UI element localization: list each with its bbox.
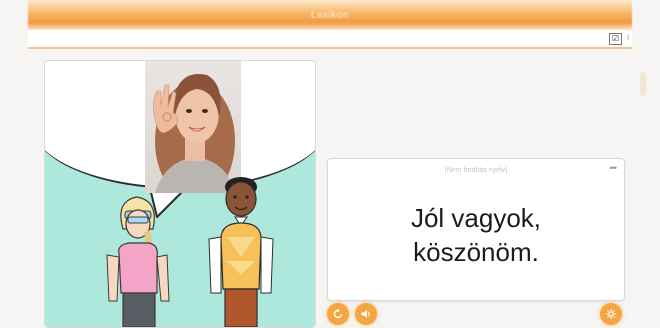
phrase-card: [Nem fordítás nyelv] ••• Jól vagyok, kös… — [327, 158, 625, 301]
audio-button[interactable] — [355, 303, 377, 325]
scroll-handle[interactable] — [640, 72, 646, 96]
settings-button[interactable] — [600, 303, 622, 325]
phrase-line-1: Jól vagyok, — [410, 203, 542, 233]
replay-icon — [333, 308, 343, 319]
display-toggle-checkbox[interactable]: ☑ — [609, 33, 622, 45]
more-options-icon[interactable]: ••• — [610, 163, 618, 173]
illustration-panel — [44, 60, 316, 328]
card-language-label: [Nem fordítás nyelv] — [444, 167, 508, 174]
info-icon[interactable]: i — [627, 33, 629, 42]
character-woman — [106, 196, 170, 327]
app-title-bar: Lexikon — [28, 0, 632, 30]
settings-icon — [606, 309, 616, 319]
app-title: Lexikon — [311, 9, 349, 21]
replay-button[interactable] — [327, 303, 349, 325]
character-man — [208, 177, 274, 327]
phrase-text: Jól vagyok, köszönöm. — [328, 201, 624, 269]
toolbar: ☑ i — [28, 30, 632, 49]
speaker-icon — [361, 310, 370, 318]
characters-illustration — [106, 177, 274, 327]
phrase-line-2: köszönöm. — [413, 237, 539, 267]
